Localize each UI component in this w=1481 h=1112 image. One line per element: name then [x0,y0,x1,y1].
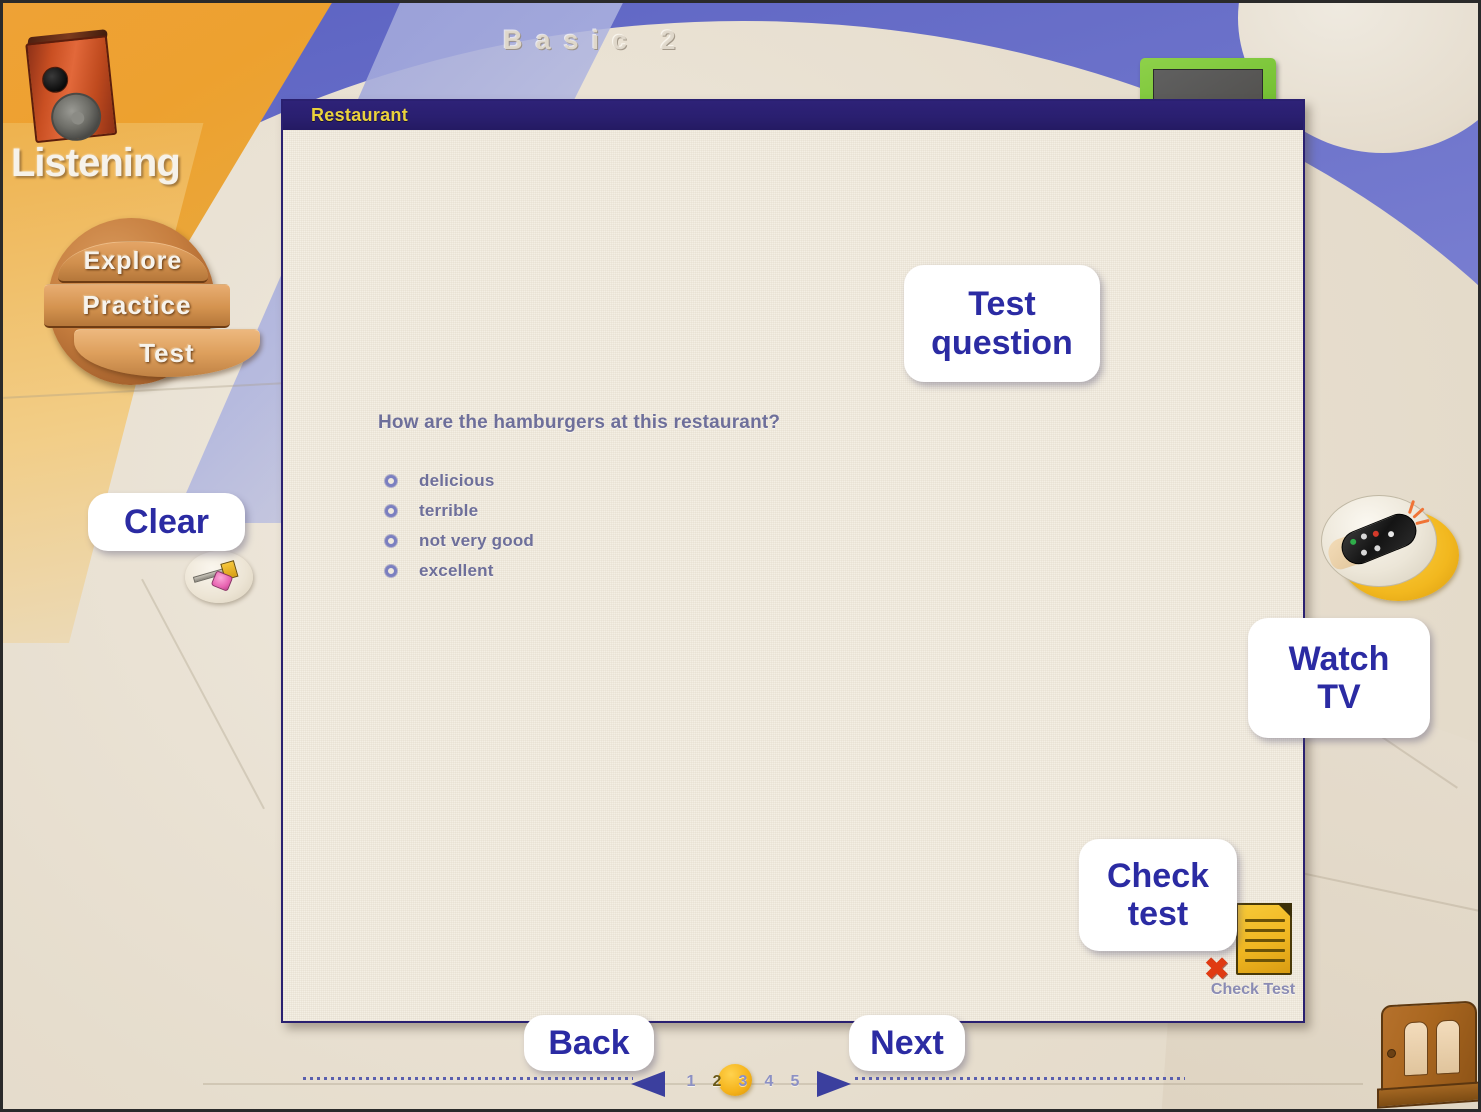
remote-button [1371,529,1380,538]
radio-button-icon[interactable] [385,475,397,487]
question-text: How are the hamburgers at this restauran… [378,412,781,433]
level-title: Basic 2 [503,25,689,55]
remote-button [1349,537,1358,546]
page-number-5[interactable]: 5 [787,1073,803,1091]
next-button[interactable]: Next [849,1015,965,1071]
callout-clear[interactable]: Clear [88,493,245,551]
answer-option-0[interactable]: delicious [378,466,1118,496]
callout-test-question-line2: question [931,323,1073,362]
nav-explore-label: Explore [83,247,183,275]
document-line [1245,959,1285,962]
document-line [1245,919,1285,922]
callout-watch-tv-line2: TV [1317,678,1361,716]
document-line [1245,949,1285,952]
answer-label: terrible [419,501,479,520]
remote-control-on-plate-icon[interactable] [1321,491,1459,601]
document-with-x-icon [1236,903,1292,975]
door-panel [1381,1000,1477,1094]
nav-practice-label: Practice [82,290,192,320]
pagination-rail-right [855,1077,1185,1080]
page-number-3[interactable]: 3 [735,1073,751,1091]
door-window [1404,1021,1428,1077]
door-knob [1387,1048,1396,1059]
callout-check-test[interactable]: Check test [1079,839,1237,951]
answer-label: excellent [419,561,494,580]
speaker-icon [25,28,121,145]
callout-watch-tv[interactable]: Watch TV [1248,618,1430,738]
answer-option-3[interactable]: excellent [378,556,1118,586]
document-fold [1277,903,1292,918]
document-line [1245,939,1285,942]
callout-test-question[interactable]: Test question [904,265,1100,382]
remote-button [1373,544,1382,553]
radio-button-icon[interactable] [385,535,397,547]
mode-navigation-disc[interactable]: Explore Practice Test [44,218,260,385]
speaker-tweeter [40,65,70,95]
speaker-body [25,35,118,144]
page-number-2[interactable]: 2 [709,1073,725,1091]
door-window [1436,1019,1460,1075]
app-window: Basic 2 Listening Explore Practice Test [0,0,1481,1112]
radio-button-icon[interactable] [385,505,397,517]
callout-test-question-line1: Test [968,285,1036,324]
callout-check-test-line2: test [1127,895,1189,933]
remote-button [1360,532,1368,541]
page-number-4[interactable]: 4 [761,1073,777,1091]
callout-clear-label: Clear [123,502,210,541]
remote-button [1360,548,1368,557]
answer-option-2[interactable]: not very good [378,526,1118,556]
question-block: How are the hamburgers at this restauran… [378,412,1118,586]
sidebar-item-practice[interactable]: Practice [44,284,230,328]
signal-ray-icon [1412,507,1425,519]
page-number-1[interactable]: 1 [683,1073,699,1091]
answer-label: not very good [419,531,534,550]
nav-test-label: Test [139,338,195,368]
remote-body [1336,508,1422,570]
back-button-label: Back [548,1023,630,1062]
remote-button [1387,530,1395,539]
skill-label: Listening [11,141,181,186]
speaker-woofer [48,90,104,144]
signal-ray-icon [1407,499,1416,515]
window-title: Restaurant [311,105,409,125]
plate-white [1321,495,1437,587]
back-button[interactable]: Back [524,1015,654,1071]
pagination-rail-left [303,1077,633,1080]
signal-ray-icon [1415,518,1430,526]
pagination: 1 2 3 4 5 [623,1064,863,1099]
callout-check-test-line1: Check [1106,856,1210,895]
radio-button-icon[interactable] [385,565,397,577]
callout-watch-tv-line1: Watch [1288,639,1390,678]
answer-option-1[interactable]: terrible [378,496,1118,526]
answer-label: delicious [419,471,495,490]
check-test-caption: Check Test [1210,981,1296,998]
next-button-label: Next [870,1023,944,1062]
answer-options-list: delicious terrible not very good excelle… [378,466,1118,586]
door-icon [1377,1000,1478,1109]
document-line [1245,929,1285,932]
window-titlebar: Restaurant [283,101,1303,130]
skill-label-text: Listening [11,141,181,185]
